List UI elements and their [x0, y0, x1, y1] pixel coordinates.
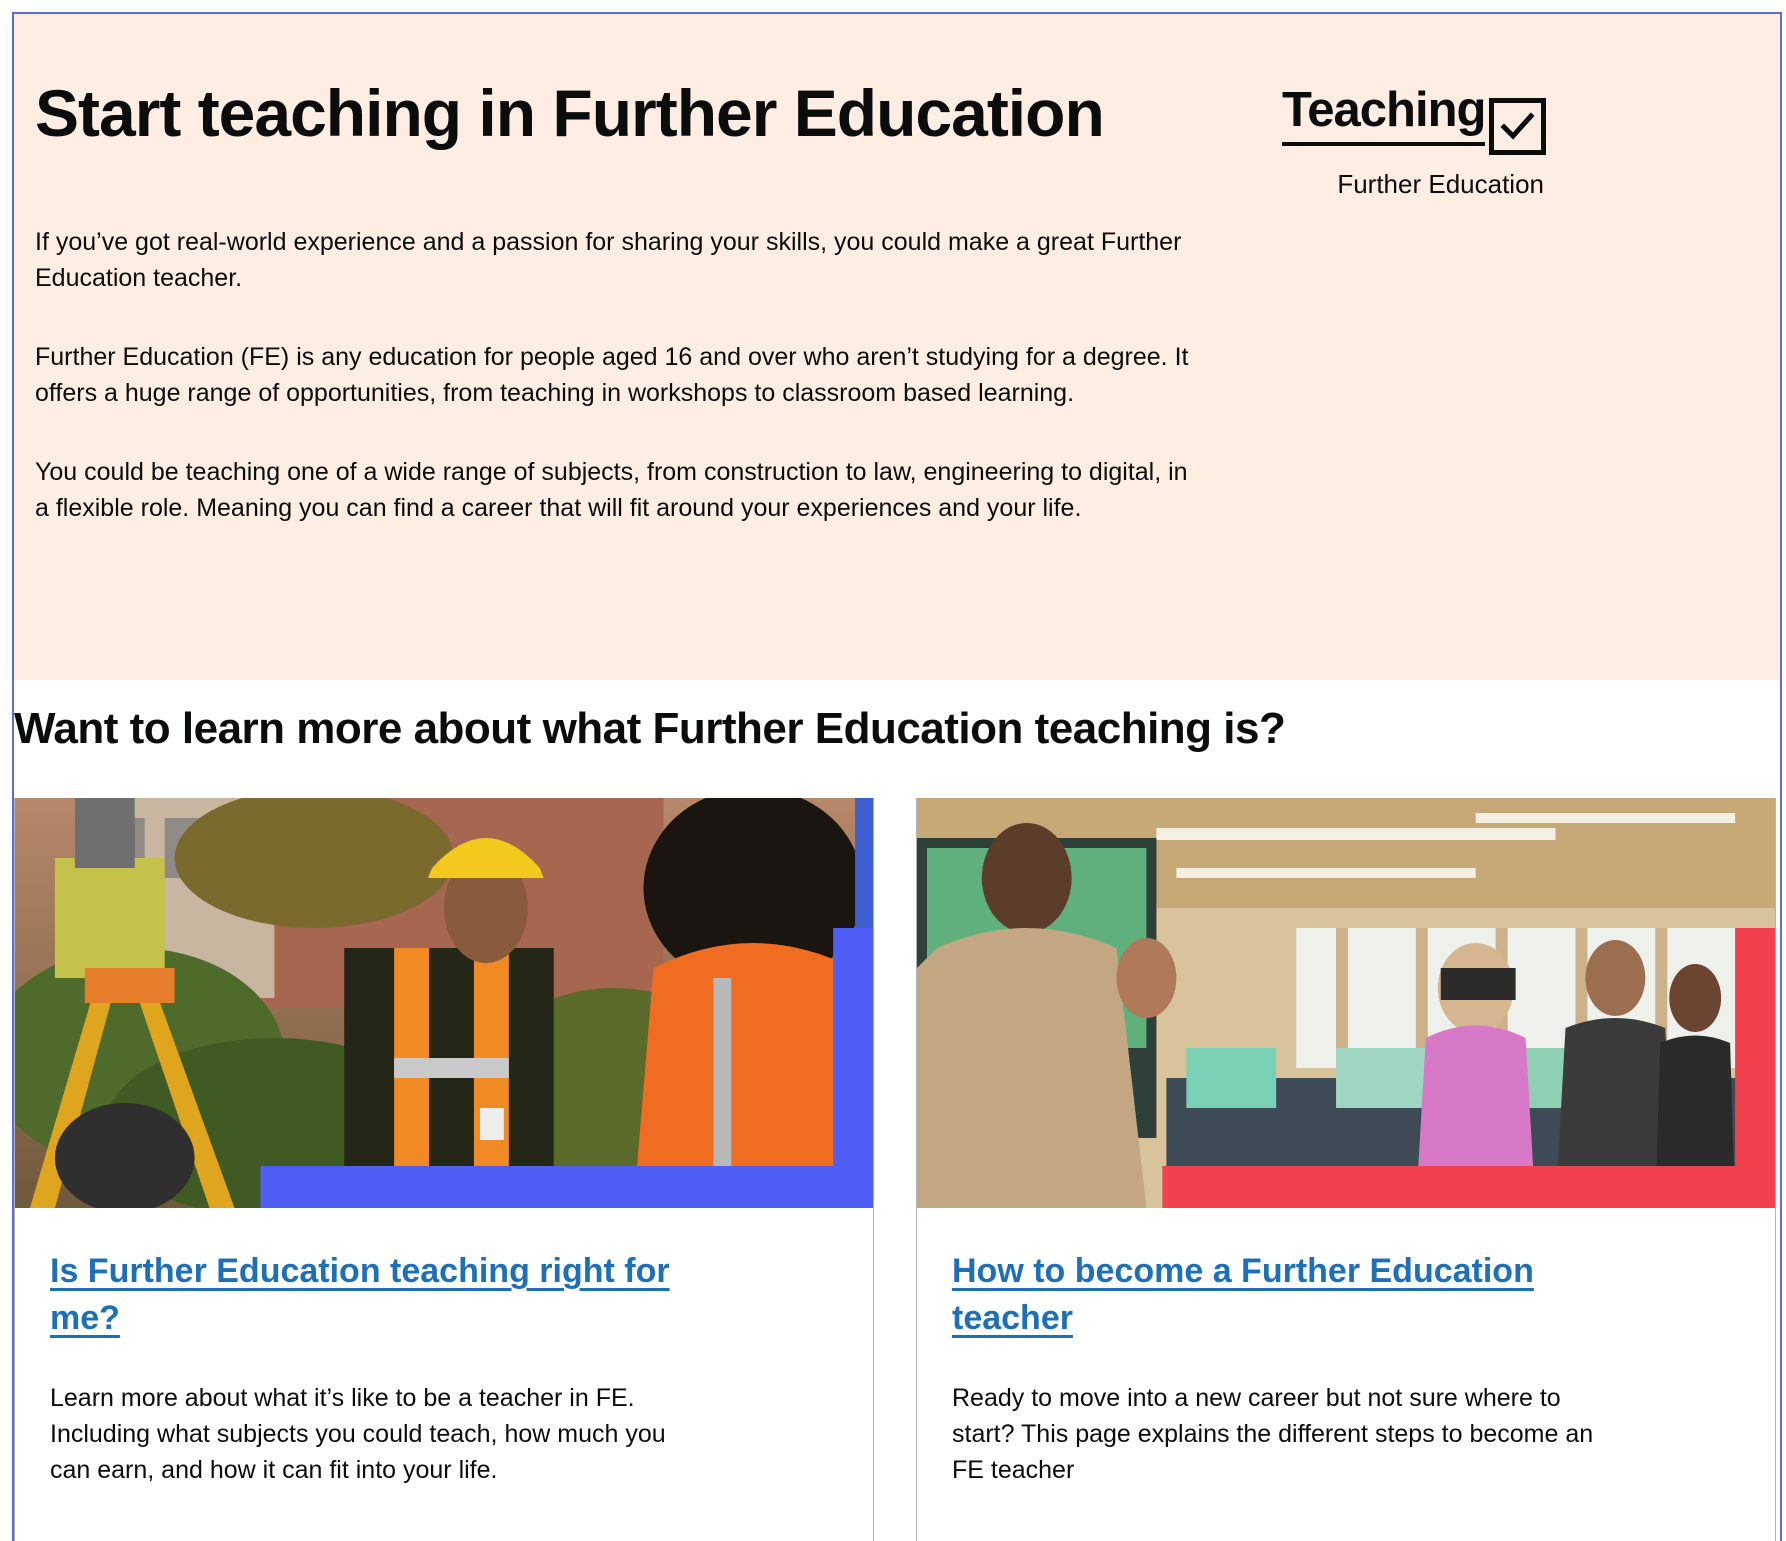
hero-paragraph-3: You could be teaching one of a wide rang… — [35, 458, 1188, 522]
checkbox-tick-icon — [1489, 98, 1546, 155]
card-is-fe-right-for-me: Is Further Education teaching right for … — [14, 798, 874, 1541]
hero-paragraph-1: If you’ve got real-world experience and … — [35, 228, 1182, 292]
hero-paragraph-2: Further Education (FE) is any education … — [35, 343, 1189, 407]
card-image-vr-classroom — [917, 798, 1775, 1208]
teaching-fe-logo: Teaching Further Education — [1282, 83, 1572, 204]
logo-subtitle: Further Education — [1337, 169, 1544, 199]
link-how-to-become-fe-teacher[interactable]: How to become a Further Education teache… — [952, 1248, 1612, 1342]
link-is-fe-teaching-right-for-me[interactable]: Is Further Education teaching right for … — [50, 1248, 710, 1342]
card-image-construction-teacher — [15, 798, 873, 1208]
section-heading: Want to learn more about what Further Ed… — [14, 704, 1286, 753]
page-frame: Start teaching in Further Education If y… — [12, 12, 1782, 1541]
card-description: Learn more about what it’s like to be a … — [50, 1384, 666, 1484]
logo-wordmark: Teaching — [1282, 83, 1486, 146]
card-description: Ready to move into a new career but not … — [952, 1384, 1594, 1484]
card-how-to-become-fe-teacher: How to become a Further Education teache… — [916, 798, 1776, 1541]
page-title: Start teaching in Further Education — [35, 76, 1105, 150]
hero-description: If you’ve got real-world experience and … — [35, 224, 1195, 569]
hero-banner: Start teaching in Further Education If y… — [14, 14, 1780, 680]
